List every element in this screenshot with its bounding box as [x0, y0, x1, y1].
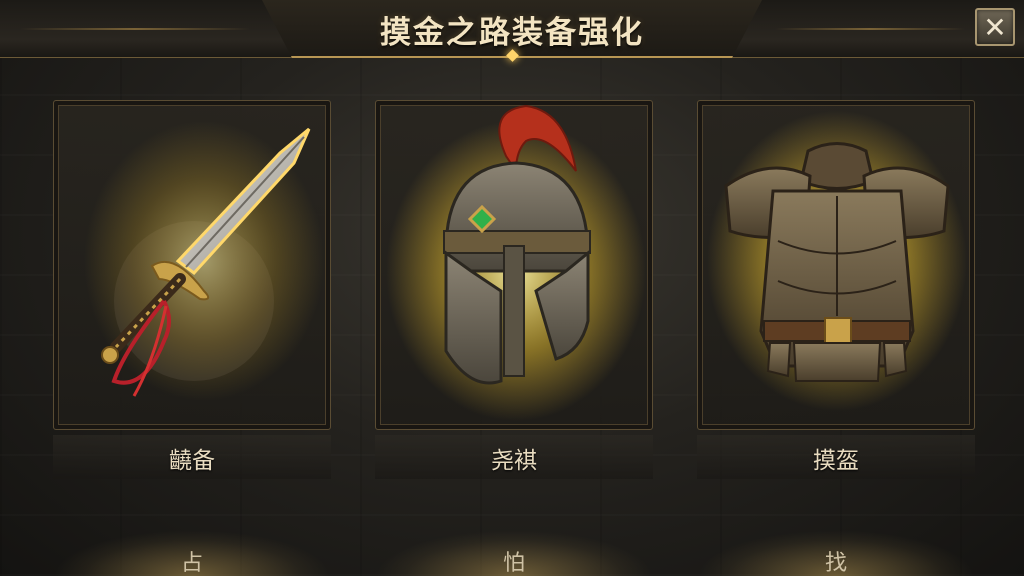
equipment-card-armor[interactable]	[697, 100, 975, 430]
bottom-button-weapon[interactable]: 占	[53, 545, 331, 576]
equipment-card-weapon[interactable]	[53, 100, 331, 430]
bottom-button-helmet[interactable]: 怕	[375, 545, 653, 576]
helmet-icon	[386, 104, 646, 421]
header-decoration-right	[775, 28, 965, 30]
sword-icon	[84, 121, 324, 401]
card-label-weapon: 䶧备	[169, 448, 215, 474]
bottom-button-armor[interactable]: 找	[697, 545, 975, 576]
close-button[interactable]: ✕	[975, 8, 1015, 46]
header-decoration-left	[20, 28, 250, 30]
equipment-card-helmet[interactable]	[375, 100, 653, 430]
card-label-armor: 摸盔	[813, 448, 859, 474]
card-label-helmet: 尧褀	[491, 448, 537, 474]
armor-icon	[707, 111, 967, 411]
